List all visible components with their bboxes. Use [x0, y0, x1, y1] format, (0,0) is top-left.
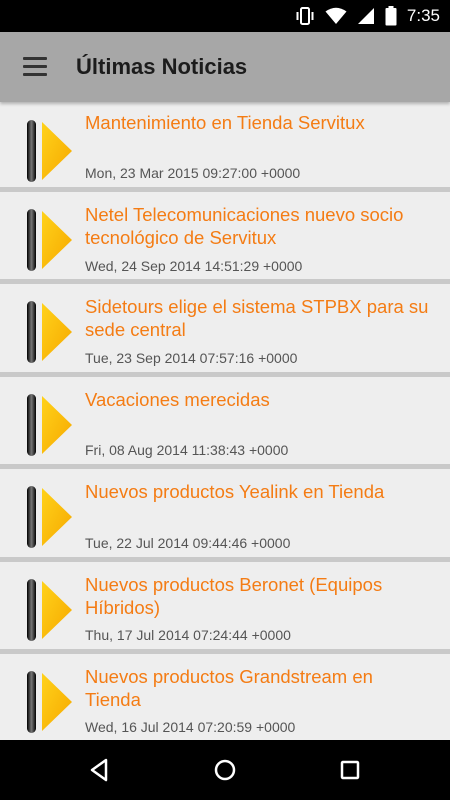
news-date: Mon, 23 Mar 2015 09:27:00 +0000 — [85, 165, 301, 181]
wifi-icon — [325, 7, 347, 24]
news-item[interactable]: Mantenimiento en Tienda Servitux Mon, 23… — [0, 102, 450, 192]
news-list[interactable]: Mantenimiento en Tienda Servitux Mon, 23… — [0, 102, 450, 740]
back-icon[interactable] — [85, 755, 115, 785]
recents-icon[interactable] — [335, 755, 365, 785]
news-title[interactable]: Sidetours elige el sistema STPBX para su… — [85, 295, 432, 341]
news-item[interactable]: Vacaciones merecidas Fri, 08 Aug 2014 11… — [0, 377, 450, 469]
news-play-icon — [27, 301, 72, 363]
news-title[interactable]: Vacaciones merecidas — [85, 388, 432, 411]
news-play-icon — [27, 579, 72, 641]
page-title: Últimas Noticias — [76, 54, 248, 79]
news-title[interactable]: Nuevos productos Yealink en Tienda — [85, 480, 432, 503]
news-title[interactable]: Netel Telecomunicaciones nuevo socio tec… — [85, 203, 432, 249]
news-date: Thu, 17 Jul 2014 07:24:44 +0000 — [85, 627, 291, 643]
news-item[interactable]: Netel Telecomunicaciones nuevo socio tec… — [0, 192, 450, 284]
news-item[interactable]: Nuevos productos Grandstream en Tienda W… — [0, 654, 450, 740]
news-play-icon — [27, 120, 72, 182]
clock: 7:35 — [406, 6, 440, 25]
news-title[interactable]: Mantenimiento en Tienda Servitux — [85, 111, 432, 134]
home-icon[interactable] — [210, 755, 240, 785]
news-title[interactable]: Nuevos productos Grandstream en Tienda — [85, 665, 432, 711]
signal-icon — [357, 8, 374, 24]
status-bar: 7:35 — [0, 0, 450, 32]
vibrate-icon — [296, 7, 314, 25]
hamburger-menu-icon[interactable] — [23, 57, 47, 77]
news-play-icon — [27, 671, 72, 733]
news-date: Fri, 08 Aug 2014 11:38:43 +0000 — [85, 442, 289, 458]
news-date: Wed, 16 Jul 2014 07:20:59 +0000 — [85, 719, 296, 735]
news-item[interactable]: Nuevos productos Yealink en Tienda Tue, … — [0, 469, 450, 562]
news-title[interactable]: Nuevos productos Beronet (Equipos Híbrid… — [85, 573, 432, 619]
news-date: Wed, 24 Sep 2014 14:51:29 +0000 — [85, 258, 303, 274]
news-play-icon — [27, 394, 72, 456]
news-date: Tue, 23 Sep 2014 07:57:16 +0000 — [85, 350, 298, 366]
battery-icon — [385, 6, 397, 26]
news-item[interactable]: Nuevos productos Beronet (Equipos Híbrid… — [0, 562, 450, 654]
news-play-icon — [27, 209, 72, 271]
status-icons: 7:35 — [295, 0, 440, 32]
news-item[interactable]: Sidetours elige el sistema STPBX para su… — [0, 284, 450, 377]
news-play-icon — [27, 486, 72, 548]
app-bar: Últimas Noticias — [0, 32, 450, 102]
news-date: Tue, 22 Jul 2014 09:44:46 +0000 — [85, 535, 291, 551]
navigation-bar — [0, 740, 450, 800]
